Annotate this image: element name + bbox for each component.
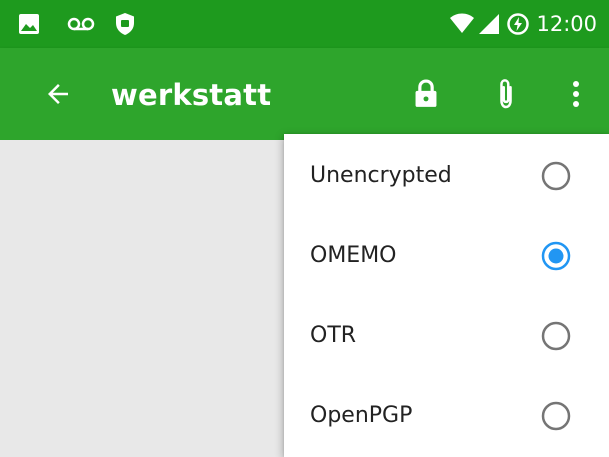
- status-bar: 12:00: [0, 0, 609, 48]
- menu-item-label: OpenPGP: [310, 403, 413, 428]
- lock-icon[interactable]: [398, 48, 454, 140]
- menu-item-openpgp[interactable]: OpenPGP: [284, 376, 609, 456]
- battery-saver-icon: [504, 0, 532, 48]
- wifi-icon: [448, 0, 476, 48]
- menu-item-omemo[interactable]: OMEMO: [284, 216, 609, 296]
- menu-item-label: OTR: [310, 323, 357, 348]
- attachment-icon[interactable]: [478, 48, 534, 140]
- app-bar: werkstatt: [0, 48, 609, 140]
- menu-item-label: OMEMO: [310, 243, 397, 268]
- menu-item-unencrypted[interactable]: Unencrypted: [284, 136, 609, 216]
- back-arrow-icon[interactable]: [30, 48, 86, 140]
- menu-item-label: Unencrypted: [310, 163, 452, 188]
- overflow-menu-icon[interactable]: [554, 48, 598, 140]
- radio-unchecked-icon[interactable]: [540, 160, 572, 192]
- cell-signal-icon: [476, 0, 502, 48]
- radio-checked-icon[interactable]: [540, 240, 572, 272]
- image-icon: [14, 0, 44, 48]
- voicemail-icon: [64, 0, 98, 48]
- menu-item-otr[interactable]: OTR: [284, 296, 609, 376]
- conversation-title: werkstatt: [111, 78, 272, 112]
- shield-icon: [110, 0, 140, 48]
- radio-unchecked-icon[interactable]: [540, 400, 572, 432]
- radio-unchecked-icon[interactable]: [540, 320, 572, 352]
- status-time: 12:00: [536, 12, 597, 36]
- encryption-menu: Unencrypted OMEMO OTR OpenPGP: [284, 134, 609, 457]
